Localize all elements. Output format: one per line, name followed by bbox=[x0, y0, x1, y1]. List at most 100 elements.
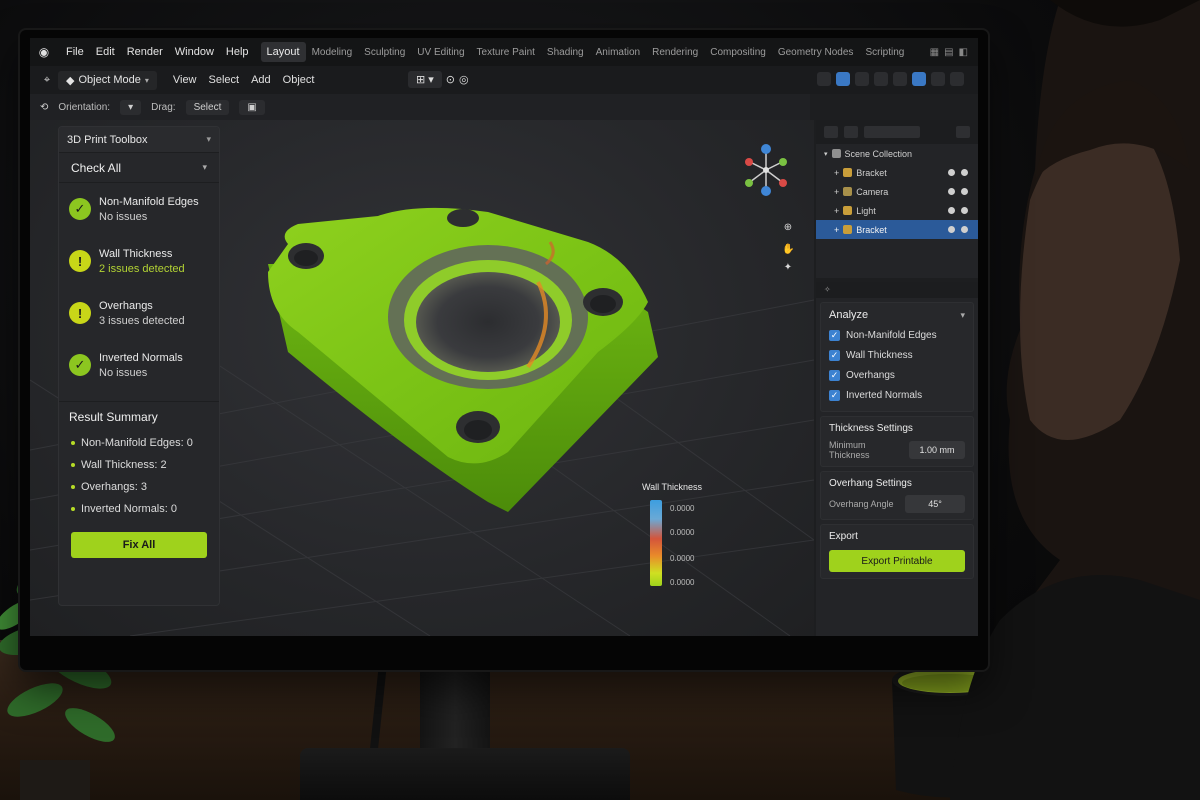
proportional-edit-icon[interactable]: ◎ bbox=[459, 73, 469, 86]
light-icon bbox=[843, 206, 853, 215]
outliner-item[interactable]: + Camera bbox=[816, 182, 978, 201]
solid-shading-icon[interactable] bbox=[912, 72, 926, 86]
eye-icon[interactable] bbox=[948, 188, 955, 195]
transform-orientation-dropdown[interactable]: ⊞ ▾ bbox=[408, 71, 442, 88]
outliner-search-input[interactable] bbox=[864, 126, 920, 138]
checkbox-non-manifold[interactable]: ✓ Non-Manifold Edges bbox=[829, 330, 965, 341]
eye-icon[interactable] bbox=[948, 207, 955, 214]
tab-texture-paint[interactable]: Texture Paint bbox=[471, 43, 541, 62]
fix-all-button[interactable]: Fix All bbox=[71, 532, 207, 558]
pan-hand-icon[interactable]: ✋ bbox=[782, 244, 794, 256]
tab-modeling[interactable]: Modeling bbox=[306, 43, 359, 62]
chevron-down-icon[interactable]: ▾ bbox=[824, 150, 828, 158]
xray-icon[interactable] bbox=[874, 72, 888, 86]
outliner-options-icon[interactable] bbox=[956, 126, 970, 138]
checkbox-inverted-normals[interactable]: ✓ Inverted Normals bbox=[829, 390, 965, 401]
menu-view[interactable]: View bbox=[167, 74, 203, 86]
menu-object[interactable]: Object bbox=[277, 74, 321, 86]
tab-compositing[interactable]: Compositing bbox=[704, 43, 772, 62]
eye-icon[interactable] bbox=[948, 226, 955, 233]
tab-scripting[interactable]: Scripting bbox=[859, 43, 910, 62]
navigation-gizmo[interactable] bbox=[742, 142, 790, 198]
bullet-icon bbox=[71, 507, 75, 511]
tab-shading[interactable]: Shading bbox=[541, 43, 590, 62]
camera-render-icon[interactable] bbox=[961, 207, 968, 214]
tab-uv-editing[interactable]: UV Editing bbox=[411, 43, 470, 62]
mode-dropdown[interactable]: ◆ Object Mode ▾ bbox=[58, 70, 157, 90]
minimum-thickness-input[interactable]: 1.00 mm bbox=[909, 441, 965, 459]
check-all-button[interactable]: Check All ▾ bbox=[59, 153, 219, 183]
expand-icon[interactable]: + bbox=[834, 187, 839, 197]
issue-overhangs[interactable]: ! Overhangs 3 issues detected bbox=[59, 287, 219, 339]
pin-icon[interactable]: ✧ bbox=[824, 285, 831, 294]
issue-status: No issues bbox=[99, 366, 148, 379]
menu-edit[interactable]: Edit bbox=[90, 46, 121, 58]
3d-print-toolbox-panel: 3D Print Toolbox ▾ Check All ▾ ✓ Non-Man… bbox=[58, 126, 220, 606]
camera-render-icon[interactable] bbox=[961, 226, 968, 233]
expand-icon[interactable]: + bbox=[834, 206, 839, 216]
overhang-angle-input[interactable]: 45° bbox=[905, 495, 965, 513]
view-layer-icon[interactable]: ▤ bbox=[944, 47, 953, 58]
menu-add[interactable]: Add bbox=[245, 74, 277, 86]
issue-inverted-normals[interactable]: ✓ Inverted Normals No issues bbox=[59, 339, 219, 391]
tool-icon[interactable]: ⟲ bbox=[40, 102, 48, 113]
legend-color-bar bbox=[650, 500, 662, 586]
wireframe-shading-icon[interactable] bbox=[893, 72, 907, 86]
camera-render-icon[interactable] bbox=[961, 169, 968, 176]
eye-icon[interactable] bbox=[948, 169, 955, 176]
tab-layout[interactable]: Layout bbox=[260, 42, 306, 62]
display-mode-icon[interactable] bbox=[824, 126, 838, 138]
camera-render-icon[interactable] bbox=[961, 188, 968, 195]
menu-file[interactable]: File bbox=[60, 46, 90, 58]
issue-status: 2 issues detected bbox=[99, 262, 185, 275]
outliner-item-selected[interactable]: + Bracket bbox=[816, 220, 978, 239]
drag-select-dropdown[interactable]: Select bbox=[185, 99, 230, 115]
tab-rendering[interactable]: Rendering bbox=[646, 43, 704, 62]
bracket-model[interactable] bbox=[258, 202, 658, 542]
checkbox-icon: ✓ bbox=[829, 330, 840, 341]
chevron-down-icon: ▾ bbox=[144, 75, 149, 85]
tab-geometry-nodes[interactable]: Geometry Nodes bbox=[772, 43, 860, 62]
expand-icon[interactable]: + bbox=[834, 168, 839, 178]
export-printable-button[interactable]: Export Printable bbox=[829, 550, 965, 572]
material-shading-icon[interactable] bbox=[931, 72, 945, 86]
blender-logo-icon[interactable]: ◉ bbox=[36, 44, 52, 60]
orientation-dropdown[interactable]: ▾ bbox=[120, 99, 142, 115]
snap-icon[interactable]: ⊙ bbox=[446, 73, 455, 86]
scene-icon[interactable]: ▦ bbox=[930, 47, 939, 58]
issue-non-manifold-edges[interactable]: ✓ Non-Manifold Edges No issues bbox=[59, 183, 219, 235]
menu-help[interactable]: Help bbox=[220, 46, 255, 58]
render-icon[interactable]: ◧ bbox=[959, 47, 968, 58]
issue-wall-thickness[interactable]: ! Wall Thickness 2 issues detected bbox=[59, 235, 219, 287]
outliner-item[interactable]: + Bracket bbox=[816, 163, 978, 182]
menu-select[interactable]: Select bbox=[203, 74, 246, 86]
selection-mode-buttons[interactable]: ▣ bbox=[239, 99, 265, 115]
issue-status: 3 issues detected bbox=[99, 314, 185, 327]
overlay-icon[interactable] bbox=[855, 72, 869, 86]
section-header[interactable]: Analyze ▾ bbox=[829, 309, 965, 321]
filter-icon[interactable] bbox=[844, 126, 858, 138]
outliner-header bbox=[816, 120, 978, 144]
rendered-shading-icon[interactable] bbox=[950, 72, 964, 86]
chevron-down-icon: ▾ bbox=[206, 134, 211, 144]
zoom-icon[interactable]: ⊕ bbox=[782, 222, 794, 234]
tab-animation[interactable]: Animation bbox=[590, 43, 646, 62]
summary-item: Non-Manifold Edges: 0 bbox=[59, 432, 219, 454]
panel-header[interactable]: 3D Print Toolbox ▾ bbox=[59, 127, 219, 153]
outliner-item[interactable]: + Light bbox=[816, 201, 978, 220]
checkbox-label: Wall Thickness bbox=[846, 350, 913, 361]
visibility-icon[interactable] bbox=[817, 72, 831, 86]
viewport-shading-buttons bbox=[817, 72, 964, 86]
gizmo-toggle-icon[interactable] bbox=[836, 72, 850, 86]
monitor-stand-base bbox=[300, 748, 630, 800]
menu-render[interactable]: Render bbox=[121, 46, 169, 58]
checkbox-wall-thickness[interactable]: ✓ Wall Thickness bbox=[829, 350, 965, 361]
editor-type-icon[interactable]: ⌖ bbox=[36, 74, 58, 87]
checkbox-overhangs[interactable]: ✓ Overhangs bbox=[829, 370, 965, 381]
visibility-toggles bbox=[948, 226, 968, 233]
expand-icon[interactable]: + bbox=[834, 225, 839, 235]
menu-window[interactable]: Window bbox=[169, 46, 220, 58]
camera-view-icon[interactable]: ✦ bbox=[782, 262, 794, 274]
tab-sculpting[interactable]: Sculpting bbox=[358, 43, 411, 62]
outliner-scene-collection[interactable]: ▾ Scene Collection bbox=[816, 144, 978, 163]
